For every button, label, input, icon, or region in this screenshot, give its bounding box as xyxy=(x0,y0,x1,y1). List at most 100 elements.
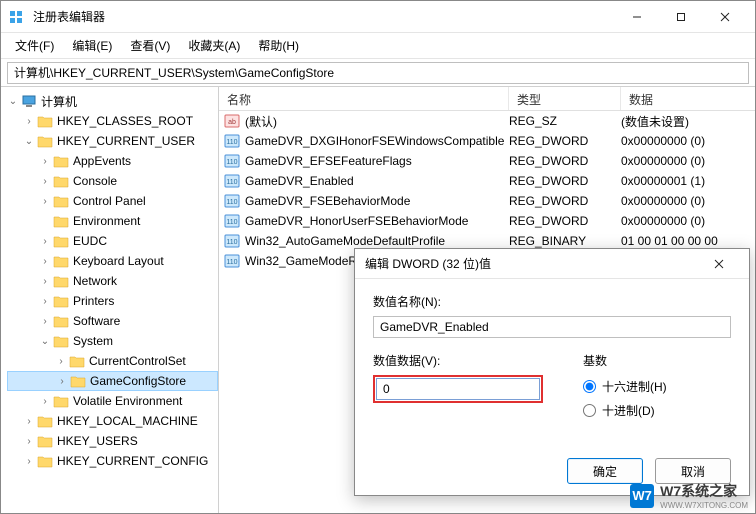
chevron-right-icon[interactable]: › xyxy=(39,276,51,287)
chevron-right-icon[interactable]: › xyxy=(23,436,35,447)
chevron-right-icon[interactable]: › xyxy=(23,116,35,127)
dword-value-icon: 110 xyxy=(223,152,241,170)
radio-dec-input[interactable] xyxy=(583,404,596,417)
value-row[interactable]: 110GameDVR_EnabledREG_DWORD0x00000001 (1… xyxy=(219,171,755,191)
tree-item-system[interactable]: ⌄ System xyxy=(7,331,218,351)
menu-view[interactable]: 查看(V) xyxy=(122,34,178,57)
tree-item-hkcu[interactable]: ⌄HKEY_CURRENT_USER xyxy=(7,131,218,151)
chevron-right-icon[interactable]: › xyxy=(56,376,68,387)
value-name-label: 数值名称(N): xyxy=(373,293,731,310)
svg-text:110: 110 xyxy=(226,239,237,246)
chevron-right-icon[interactable]: › xyxy=(55,356,67,367)
value-name: GameDVR_FSEBehaviorMode xyxy=(245,194,509,208)
close-button[interactable] xyxy=(703,2,747,32)
menu-favorites[interactable]: 收藏夹(A) xyxy=(180,34,248,57)
tree-item-eudc[interactable]: ›EUDC xyxy=(7,231,218,251)
folder-icon xyxy=(70,374,86,388)
chevron-right-icon[interactable]: › xyxy=(39,196,51,207)
tree-item-label: Environment xyxy=(73,214,140,228)
value-name: Win32_AutoGameModeDefaultProfile xyxy=(245,234,509,248)
watermark: W7 W7系统之家 WWW.W7XITONG.COM xyxy=(630,481,748,510)
tree-item-label: 计算机 xyxy=(41,93,77,110)
svg-text:110: 110 xyxy=(226,219,237,226)
chevron-down-icon[interactable]: ⌄ xyxy=(7,96,19,107)
value-row[interactable]: 110GameDVR_EFSEFeatureFlagsREG_DWORD0x00… xyxy=(219,151,755,171)
value-row[interactable]: 110GameDVR_DXGIHonorFSEWindowsCompatible… xyxy=(219,131,755,151)
window-title: 注册表编辑器 xyxy=(33,8,615,25)
tree-item-hklm[interactable]: ›HKEY_LOCAL_MACHINE xyxy=(7,411,218,431)
tree-item-appevents[interactable]: ›AppEvents xyxy=(7,151,218,171)
menu-edit[interactable]: 编辑(E) xyxy=(64,34,120,57)
chevron-right-icon[interactable]: › xyxy=(39,176,51,187)
value-type: REG_DWORD xyxy=(509,214,621,228)
dword-value-icon: 110 xyxy=(223,172,241,190)
tree-item-software[interactable]: ›Software xyxy=(7,311,218,331)
tree-item-label: HKEY_CLASSES_ROOT xyxy=(57,114,193,128)
svg-text:110: 110 xyxy=(226,139,237,146)
tree-pane[interactable]: ⌄ 计算机 › HKEY_CLASSES_ROOT ⌄HKEY_CURRENT_USER… xyxy=(1,87,219,513)
tree-item-hkcc[interactable]: ›HKEY_CURRENT_CONFIG xyxy=(7,451,218,471)
tree-item-hkcr[interactable]: › HKEY_CLASSES_ROOT xyxy=(7,111,218,131)
value-data: 0x00000000 (0) xyxy=(621,154,755,168)
tree-item-network[interactable]: › Network xyxy=(7,271,218,291)
base-label: 基数 xyxy=(583,352,731,369)
radio-dec[interactable]: 十进制(D) xyxy=(583,399,731,421)
col-type-header[interactable]: 类型 xyxy=(509,87,621,110)
maximize-button[interactable] xyxy=(659,2,703,32)
chevron-right-icon[interactable]: › xyxy=(39,256,51,267)
folder-icon xyxy=(53,154,69,168)
minimize-button[interactable] xyxy=(615,2,659,32)
tree-item-ccs[interactable]: ›CurrentControlSet xyxy=(7,351,218,371)
tree-item-label: System xyxy=(73,334,113,348)
tree-item-environment[interactable]: ›Environment xyxy=(7,211,218,231)
col-data-header[interactable]: 数据 xyxy=(621,87,755,110)
chevron-right-icon[interactable]: › xyxy=(39,296,51,307)
value-data-input[interactable] xyxy=(376,378,540,400)
tree-item-console[interactable]: ›Console xyxy=(7,171,218,191)
chevron-right-icon[interactable]: › xyxy=(39,396,51,407)
value-name-field[interactable]: GameDVR_Enabled xyxy=(373,316,731,338)
col-name-header[interactable]: 名称 xyxy=(219,87,509,110)
chevron-right-icon[interactable]: › xyxy=(23,416,35,427)
menu-file[interactable]: 文件(F) xyxy=(7,34,62,57)
value-type: REG_SZ xyxy=(509,114,621,128)
tree-item-controlpanel[interactable]: ›Control Panel xyxy=(7,191,218,211)
folder-icon xyxy=(53,394,69,408)
address-input[interactable] xyxy=(7,62,749,84)
svg-text:110: 110 xyxy=(226,199,237,206)
value-data: 0x00000000 (0) xyxy=(621,194,755,208)
chevron-right-icon[interactable]: › xyxy=(23,456,35,467)
value-row[interactable]: 110GameDVR_HonorUserFSEBehaviorModeREG_D… xyxy=(219,211,755,231)
value-row[interactable]: 110GameDVR_FSEBehaviorModeREG_DWORD0x000… xyxy=(219,191,755,211)
folder-icon xyxy=(53,294,69,308)
tree-item-label: GameConfigStore xyxy=(90,374,186,388)
dword-value-icon: 110 xyxy=(223,192,241,210)
edit-dword-dialog: 编辑 DWORD (32 位)值 数值名称(N): GameDVR_Enable… xyxy=(354,248,750,496)
tree-item-hku[interactable]: ›HKEY_USERS xyxy=(7,431,218,451)
value-data: 01 00 01 00 00 00 xyxy=(621,234,755,248)
folder-icon xyxy=(53,174,69,188)
watermark-text: W7系统之家 xyxy=(660,481,748,501)
addressbar xyxy=(1,59,755,87)
folder-icon xyxy=(53,234,69,248)
tree-item-label: Network xyxy=(73,274,117,288)
dialog-close-button[interactable] xyxy=(699,250,739,278)
tree-item-ve[interactable]: ›Volatile Environment xyxy=(7,391,218,411)
tree-item-gcs[interactable]: › GameConfigStore xyxy=(7,371,218,391)
value-data: (数值未设置) xyxy=(621,113,755,130)
chevron-right-icon[interactable]: › xyxy=(39,156,51,167)
tree-item-printers[interactable]: ›Printers xyxy=(7,291,218,311)
folder-icon xyxy=(53,254,69,268)
watermark-badge-icon: W7 xyxy=(630,484,654,508)
value-type: REG_BINARY xyxy=(509,234,621,248)
chevron-right-icon[interactable]: › xyxy=(39,236,51,247)
chevron-down-icon[interactable]: ⌄ xyxy=(39,336,51,347)
tree-item-keyboard[interactable]: ›Keyboard Layout xyxy=(7,251,218,271)
value-row[interactable]: ab(默认)REG_SZ(数值未设置) xyxy=(219,111,755,131)
radio-hex-input[interactable] xyxy=(583,380,596,393)
menu-help[interactable]: 帮助(H) xyxy=(250,34,307,57)
radio-hex[interactable]: 十六进制(H) xyxy=(583,375,731,397)
chevron-right-icon[interactable]: › xyxy=(39,316,51,327)
tree-item-root[interactable]: ⌄ 计算机 xyxy=(7,91,218,111)
chevron-down-icon[interactable]: ⌄ xyxy=(23,136,35,147)
